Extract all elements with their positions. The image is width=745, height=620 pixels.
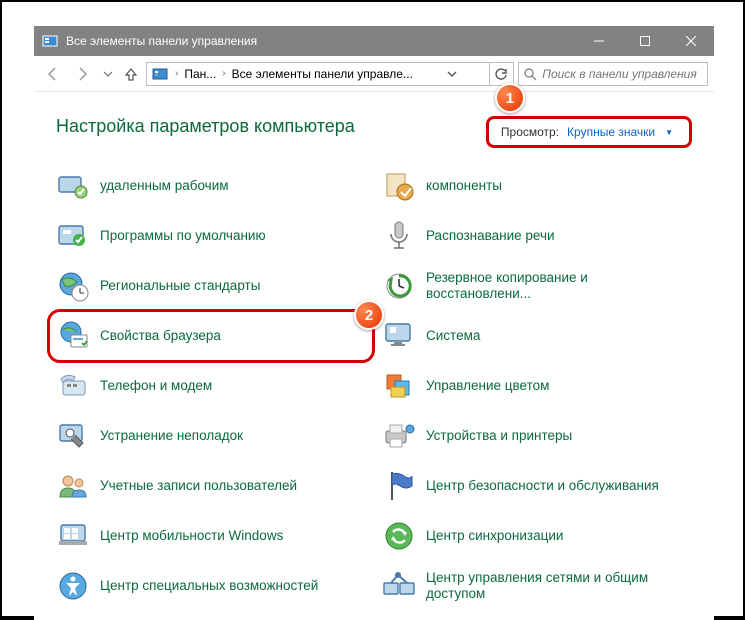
item-label: Распознавание речи [426, 228, 555, 244]
item-label: Учетные записи пользователей [100, 478, 297, 494]
maximize-button[interactable] [622, 26, 668, 56]
up-button[interactable] [120, 63, 142, 85]
cp-item-system[interactable]: Система [378, 314, 696, 358]
security-flag-icon [382, 469, 416, 503]
chevron-right-icon[interactable]: › [173, 68, 180, 79]
control-panel-app-icon [42, 33, 58, 49]
cp-item-backup[interactable]: Резервное копирование и восстановлени... [378, 264, 696, 308]
cp-item-default-programs[interactable]: Программы по умолчанию [52, 214, 370, 258]
window-title: Все элементы панели управления [66, 34, 576, 48]
user-accounts-icon [56, 469, 90, 503]
phone-modem-icon [56, 369, 90, 403]
backup-restore-icon [382, 269, 416, 303]
annotation-callout-2: 2 [354, 300, 384, 330]
cp-item-regional[interactable]: Региональные стандарты [52, 264, 370, 308]
mobility-center-icon [56, 519, 90, 553]
cp-item-user-accounts[interactable]: Учетные записи пользователей [52, 464, 370, 508]
cp-item-speech[interactable]: Распознавание речи [378, 214, 696, 258]
cp-item-devices-printers[interactable]: Устройства и принтеры [378, 414, 696, 458]
item-label: Устройства и принтеры [426, 428, 572, 444]
toolbar: › Пан... › Все элементы панели управле..… [34, 56, 714, 92]
items-grid: удаленным рабочим компоненты Программы п… [34, 160, 714, 618]
view-selector[interactable]: 1 Просмотр: Крупные значки ▼ [486, 116, 692, 148]
microphone-icon [382, 219, 416, 253]
cp-item-color-management[interactable]: Управление цветом [378, 364, 696, 408]
item-label: Центр мобильности Windows [100, 528, 283, 544]
sync-center-icon [382, 519, 416, 553]
cp-item-internet-options[interactable]: 2 Свойства браузера [52, 314, 370, 358]
item-label: Устранение неполадок [100, 428, 243, 444]
item-label: Центр синхронизации [426, 528, 563, 544]
breadcrumb-seg-2[interactable]: Все элементы панели управле... [230, 67, 415, 81]
chevron-right-icon[interactable]: › [220, 68, 227, 79]
item-label: Свойства браузера [100, 328, 221, 344]
cp-item-troubleshooting[interactable]: Устранение неполадок [52, 414, 370, 458]
item-label: Телефон и модем [100, 378, 212, 394]
cp-item-network-sharing[interactable]: Центр управления сетями и общим доступом [378, 564, 696, 608]
search-box[interactable] [518, 62, 708, 86]
remote-desktop-icon [56, 169, 90, 203]
cp-item-phone-modem[interactable]: Телефон и модем [52, 364, 370, 408]
annotation-callout-1: 1 [495, 83, 525, 113]
refresh-button[interactable] [489, 62, 513, 86]
item-label: Региональные стандарты [100, 278, 260, 294]
back-button[interactable] [40, 61, 66, 87]
control-panel-icon [151, 65, 169, 83]
system-icon [382, 319, 416, 353]
titlebar: Все элементы панели управления [34, 26, 714, 56]
item-label: Управление цветом [426, 378, 549, 394]
cp-item-mobility-center[interactable]: Центр мобильности Windows [52, 514, 370, 558]
forward-button[interactable] [70, 61, 96, 87]
addr-dropdown[interactable] [440, 62, 464, 86]
components-icon [382, 169, 416, 203]
control-panel-window: Все элементы панели управления › Пан... … [34, 26, 714, 620]
view-label: Просмотр: [501, 125, 559, 139]
default-programs-icon [56, 219, 90, 253]
cp-item-components[interactable]: компоненты [378, 164, 696, 208]
header: Настройка параметров компьютера 1 Просмо… [34, 92, 714, 160]
item-label: компоненты [426, 178, 502, 194]
search-icon [519, 67, 540, 81]
color-management-icon [382, 369, 416, 403]
item-label: Центр специальных возможностей [100, 578, 318, 594]
troubleshooting-icon [56, 419, 90, 453]
ease-of-access-icon [56, 569, 90, 603]
view-value[interactable]: Крупные значки [567, 125, 655, 139]
address-bar[interactable]: › Пан... › Все элементы панели управле..… [146, 62, 514, 86]
breadcrumb-seg-1[interactable]: Пан... [182, 67, 218, 81]
item-label: удаленным рабочим [100, 178, 229, 194]
minimize-button[interactable] [576, 26, 622, 56]
internet-options-icon [56, 319, 90, 353]
devices-printers-icon [382, 419, 416, 453]
chevron-down-icon: ▼ [665, 128, 673, 137]
globe-clock-icon [56, 269, 90, 303]
item-label: Программы по умолчанию [100, 228, 266, 244]
close-button[interactable] [668, 26, 714, 56]
item-label: Центр управления сетями и общим доступом [426, 570, 692, 602]
cp-item-security-center[interactable]: Центр безопасности и обслуживания [378, 464, 696, 508]
page-title: Настройка параметров компьютера [56, 116, 355, 137]
item-label: Резервное копирование и восстановлени... [426, 270, 692, 302]
cp-item-remote[interactable]: удаленным рабочим [52, 164, 370, 208]
search-input[interactable] [540, 67, 707, 81]
item-label: Система [426, 328, 480, 344]
cp-item-sync-center[interactable]: Центр синхронизации [378, 514, 696, 558]
network-sharing-icon [382, 569, 416, 603]
history-dropdown[interactable] [100, 61, 116, 87]
cp-item-ease-of-access[interactable]: Центр специальных возможностей [52, 564, 370, 608]
item-label: Центр безопасности и обслуживания [426, 478, 659, 494]
